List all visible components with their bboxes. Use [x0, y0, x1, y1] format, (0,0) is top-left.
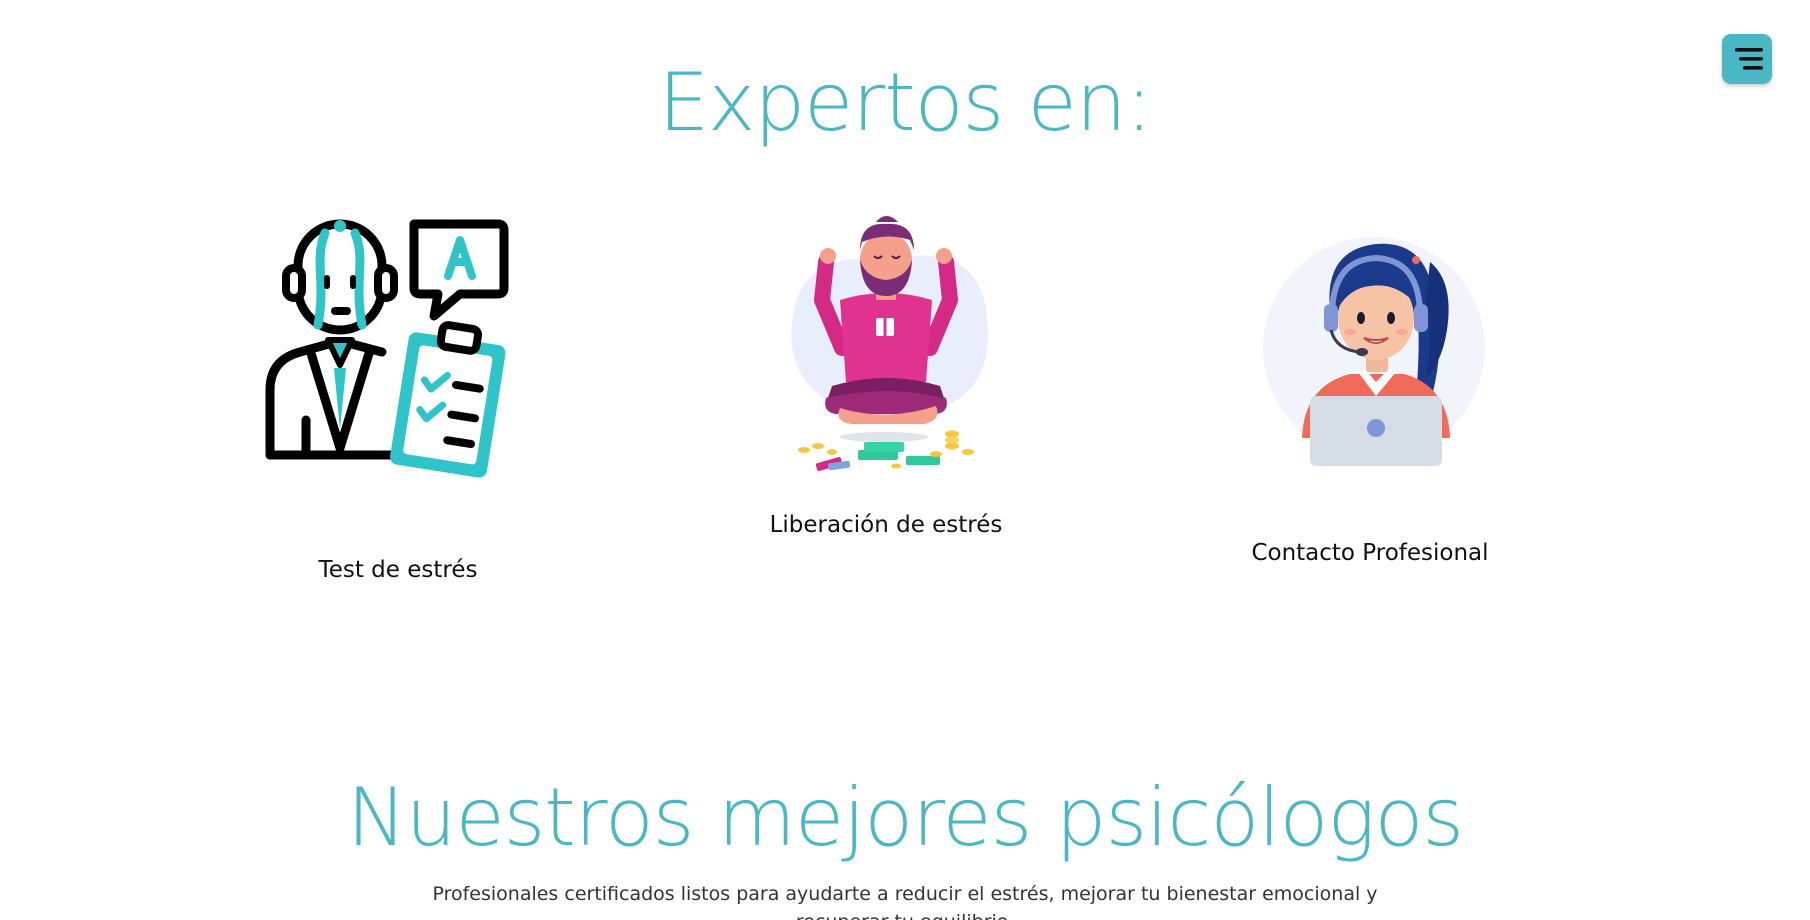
service-liberacion-estres[interactable]: Liberación de estrés [736, 200, 1036, 550]
psychologists-title: Nuestros mejores psicólogos [346, 771, 1464, 864]
page: Expertos en: Test de estrés Liberación d… [0, 0, 1810, 920]
consultant-checklist-icon [265, 219, 509, 478]
meditation-illustration [791, 216, 988, 471]
psychologists-subtitle: Profesionales certificados listos para a… [432, 883, 1378, 920]
service-test-estres[interactable]: Test de estrés [248, 200, 548, 590]
service-label-contacto: Contacto Profesional [1251, 540, 1489, 566]
service-label-test: Test de estrés [318, 557, 478, 583]
service-label-liberacion: Liberación de estrés [769, 512, 1003, 538]
support-agent-illustration [1263, 237, 1485, 466]
experts-title: Expertos en: [658, 56, 1152, 149]
service-contacto-profesional[interactable]: Contacto Profesional [1220, 200, 1520, 570]
